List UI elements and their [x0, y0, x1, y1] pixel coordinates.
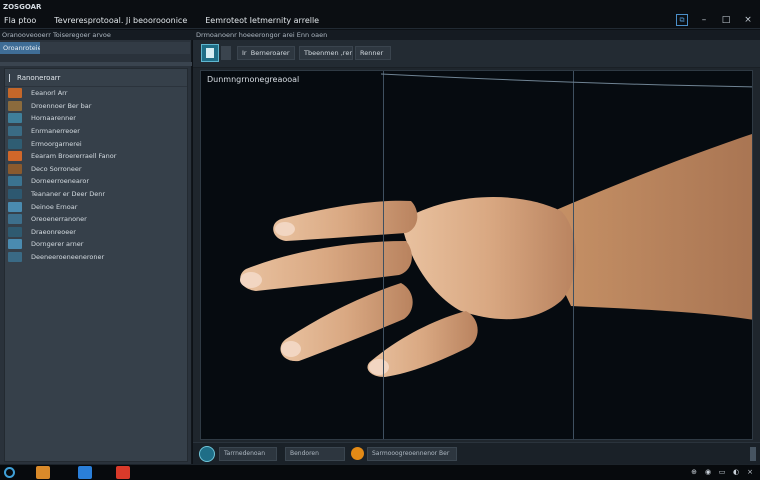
guide-line-1[interactable]	[383, 71, 384, 439]
status-field-3[interactable]: Sarmooogreoennenor Ber	[367, 447, 457, 461]
tree-item-label: Dorngerer arner	[31, 240, 84, 249]
minimize-button[interactable]: –	[698, 14, 710, 26]
menu-bar: Fla ptoo Tevreresprotooal. Ji beooroooni…	[0, 16, 337, 28]
viewport-label: Dunmngrnonegreaooal	[207, 75, 300, 84]
layer-thumbnail-icon	[8, 189, 22, 200]
tree-item-label: Oreoenerranoner	[31, 215, 87, 224]
close-button[interactable]: ×	[742, 14, 754, 26]
toolbar-button-2[interactable]: Tbeenmen ,rer	[299, 46, 353, 60]
status-field-1[interactable]: Tarrnedenoan	[219, 447, 277, 461]
status-icon[interactable]	[199, 446, 215, 462]
divider	[0, 62, 192, 66]
layer-thumbnail-icon	[8, 201, 22, 212]
toolbar-button-1-label: Berneroarer	[250, 49, 290, 57]
tree-item[interactable]: Ermoorgarnerei	[5, 137, 187, 150]
title-bar: ZOSGOAR Fla ptoo Tevreresprotooal. Ji be…	[0, 0, 760, 29]
layer-thumbnail-icon	[8, 113, 22, 124]
layer-thumbnail-icon	[8, 138, 22, 149]
maximize-button[interactable]: □	[720, 14, 732, 26]
left-panel: Oroanroteiea Ranoneroarr Eeanorl Arr Droe…	[0, 40, 192, 464]
resize-handle[interactable]	[750, 447, 756, 461]
battery-icon[interactable]: ▭	[718, 467, 726, 477]
guide-line-2[interactable]	[573, 71, 574, 439]
layer-thumbnail-icon	[8, 163, 22, 174]
status-bar: Tarrnedenoan Bendoren Sarmooogreoennenor…	[193, 442, 760, 464]
tree-item-label: Enrmanerreoer	[31, 127, 80, 136]
tree-item-label: Teananer er Deer Denr	[31, 190, 106, 199]
tree-item[interactable]: Hornaarenner	[5, 112, 187, 125]
restore-icon[interactable]: ⧉	[676, 14, 688, 26]
strip-left-text: Oranooveooerr Toiseregoer arvoe	[2, 31, 111, 39]
tree-item[interactable]: Deinoe Ernoar	[5, 200, 187, 213]
main-area: Ir Berneroarer Tbeenmen ,rer Renner Dunm…	[193, 40, 760, 464]
menu-item-1[interactable]: Tevreresprotooal. Ji beoorooonice	[54, 16, 187, 28]
close-icon[interactable]: ×	[746, 467, 754, 477]
app-name: ZOSGOAR	[3, 3, 42, 11]
window-controls: ⧉ – □ ×	[676, 14, 754, 26]
tree-item[interactable]: Dorngerer arner	[5, 238, 187, 251]
layer-thumbnail-icon	[8, 100, 22, 111]
tree-item[interactable]: Eeanorl Arr	[5, 87, 187, 100]
status-field-2[interactable]: Bendoren	[285, 447, 345, 461]
collapse-icon[interactable]	[9, 73, 13, 82]
layer-thumbnail-icon	[8, 176, 22, 187]
toolbar-button-1-prefix: Ir	[242, 49, 247, 57]
strip-right-text: Drmoanoenr hoeeerongor arei Enn oaen	[196, 31, 328, 39]
tree-item-label: Deco Sorroneer	[31, 164, 82, 173]
tree-item-label: Droennoer Ber bar	[31, 101, 92, 110]
layer-thumbnail-icon	[8, 126, 22, 137]
volume-icon[interactable]: ◉	[704, 467, 712, 477]
media-app-icon[interactable]	[116, 466, 130, 479]
tree-item[interactable]: Droennoer Ber bar	[5, 100, 187, 113]
taskbar: ⊕ ◉ ▭ ◐ ×	[0, 464, 760, 480]
chat-icon[interactable]: ◐	[732, 467, 740, 477]
layer-thumbnail-icon	[8, 151, 22, 162]
menu-item-0[interactable]: Fla ptoo	[4, 16, 36, 28]
tree-item[interactable]: Draeonreoeer	[5, 226, 187, 239]
network-icon[interactable]: ⊕	[690, 467, 698, 477]
sub-toolbar: Oranooveooerr Toiseregoer arvoe Drmoanoe…	[0, 30, 760, 40]
layer-thumbnail-icon	[8, 214, 22, 225]
system-tray: ⊕ ◉ ▭ ◐ ×	[690, 467, 754, 477]
tree-header-label: Ranoneroarr	[17, 73, 61, 82]
tree-item[interactable]: Teananer er Deer Denr	[5, 188, 187, 201]
layer-thumbnail-icon	[8, 226, 22, 237]
left-panel-tab[interactable]: Oroanroteiea	[0, 42, 46, 54]
warning-icon[interactable]	[351, 447, 364, 460]
tree-item-label: Ermoorgarnerei	[31, 139, 82, 148]
main-toolbar: Ir Berneroarer Tbeenmen ,rer Renner	[193, 40, 760, 68]
tree-item-label: Deeneeroeneeneroner	[31, 253, 105, 262]
layer-thumbnail-icon	[8, 252, 22, 263]
start-icon[interactable]	[4, 467, 15, 478]
tree-item-label: Hornaarenner	[31, 114, 76, 123]
folder-app-icon[interactable]	[36, 466, 50, 479]
tree-item-label: Draeonreoeer	[31, 227, 76, 236]
tree-item[interactable]: Oreoenerranoner	[5, 213, 187, 226]
small-square-button[interactable]	[221, 46, 231, 60]
image-viewport[interactable]: Dunmngrnonegreaooal	[200, 70, 753, 440]
document-icon[interactable]	[201, 44, 219, 62]
tree-item-label: Eearam Broererraell Fanor	[31, 152, 117, 161]
chat-app-icon[interactable]	[78, 466, 92, 479]
layer-tree: Ranoneroarr Eeanorl Arr Droennoer Ber bar…	[4, 68, 188, 462]
tree-item-label: Dorneerroenearor	[31, 177, 90, 186]
hand-image	[240, 134, 752, 377]
tree-item[interactable]: Deco Sorroneer	[5, 163, 187, 176]
tree-item[interactable]: Eearam Broererraell Fanor	[5, 150, 187, 163]
left-panel-tab-strip	[40, 42, 190, 54]
menu-item-2[interactable]: Eemroteot Ietmernity arrelle	[205, 16, 319, 28]
toolbar-button-3[interactable]: Renner	[355, 46, 391, 60]
layer-thumbnail-icon	[8, 239, 22, 250]
tree-item[interactable]: Dorneerroenearor	[5, 175, 187, 188]
tree-item[interactable]: Deeneeroeneeneroner	[5, 251, 187, 264]
tree-item[interactable]: Enrmanerreoer	[5, 125, 187, 138]
tree-header[interactable]: Ranoneroarr	[5, 69, 187, 87]
tree-item-label: Eeanorl Arr	[31, 89, 68, 98]
guide-curve	[381, 73, 752, 88]
toolbar-button-1[interactable]: Ir Berneroarer	[237, 46, 295, 60]
tree-item-label: Deinoe Ernoar	[31, 202, 78, 211]
layer-thumbnail-icon	[8, 88, 22, 99]
